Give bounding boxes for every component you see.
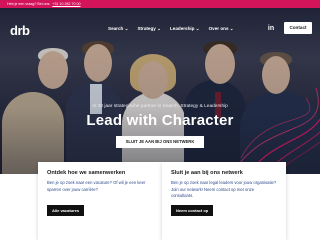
card-body: Ben je op zoek naar legal leaders voor j… [171,180,277,198]
hero-headline: Lead with Character [86,112,234,129]
top-announcement-bar: Heb je een vraag? Bel ons: +31 10 282 70… [0,0,320,8]
info-card-collaboration: Ontdek hoe we samenwerken Ben je op zoek… [38,162,162,240]
card-title: Sluit je aan bij ons netwerk [171,170,243,176]
nav-item-strategy[interactable]: Strategy ⌄ [137,26,161,32]
linkedin-icon[interactable]: in [265,24,277,34]
nav-item-over-ons[interactable]: Over ons ⌄ [209,26,234,32]
hero-section: drb Search ⌄ Strategy ⌄ Leadership ⌄ Ove… [0,8,320,174]
brand-logo[interactable]: drb [10,24,30,37]
join-network-button[interactable]: SLUIT JE AAN BIJ ONS NETWERK [116,136,204,148]
main-navigation: Search ⌄ Strategy ⌄ Leadership ⌄ Over on… [108,26,234,32]
card-body: Ben je op zoek naar een vacature? Of wil… [47,180,146,192]
nav-item-search[interactable]: Search ⌄ [108,26,128,32]
hero-tagline: Al 30 jaar strategische partner in Searc… [92,104,228,109]
info-card-network: Sluit je aan bij ons netwerk Ben je op z… [162,162,286,240]
all-vacancies-button[interactable]: Alle vacatures [47,205,85,216]
card-title: Ontdek hoe we samenwerken [47,170,126,176]
topbar-text: Heb je een vraag? Bel ons: [7,2,51,6]
nav-item-leadership[interactable]: Leadership ⌄ [170,26,200,32]
contact-button[interactable]: Contact [284,22,312,34]
contact-us-button[interactable]: Neem contact op [171,205,214,216]
phone-link[interactable]: +31 10 282 70 00 [52,2,80,6]
